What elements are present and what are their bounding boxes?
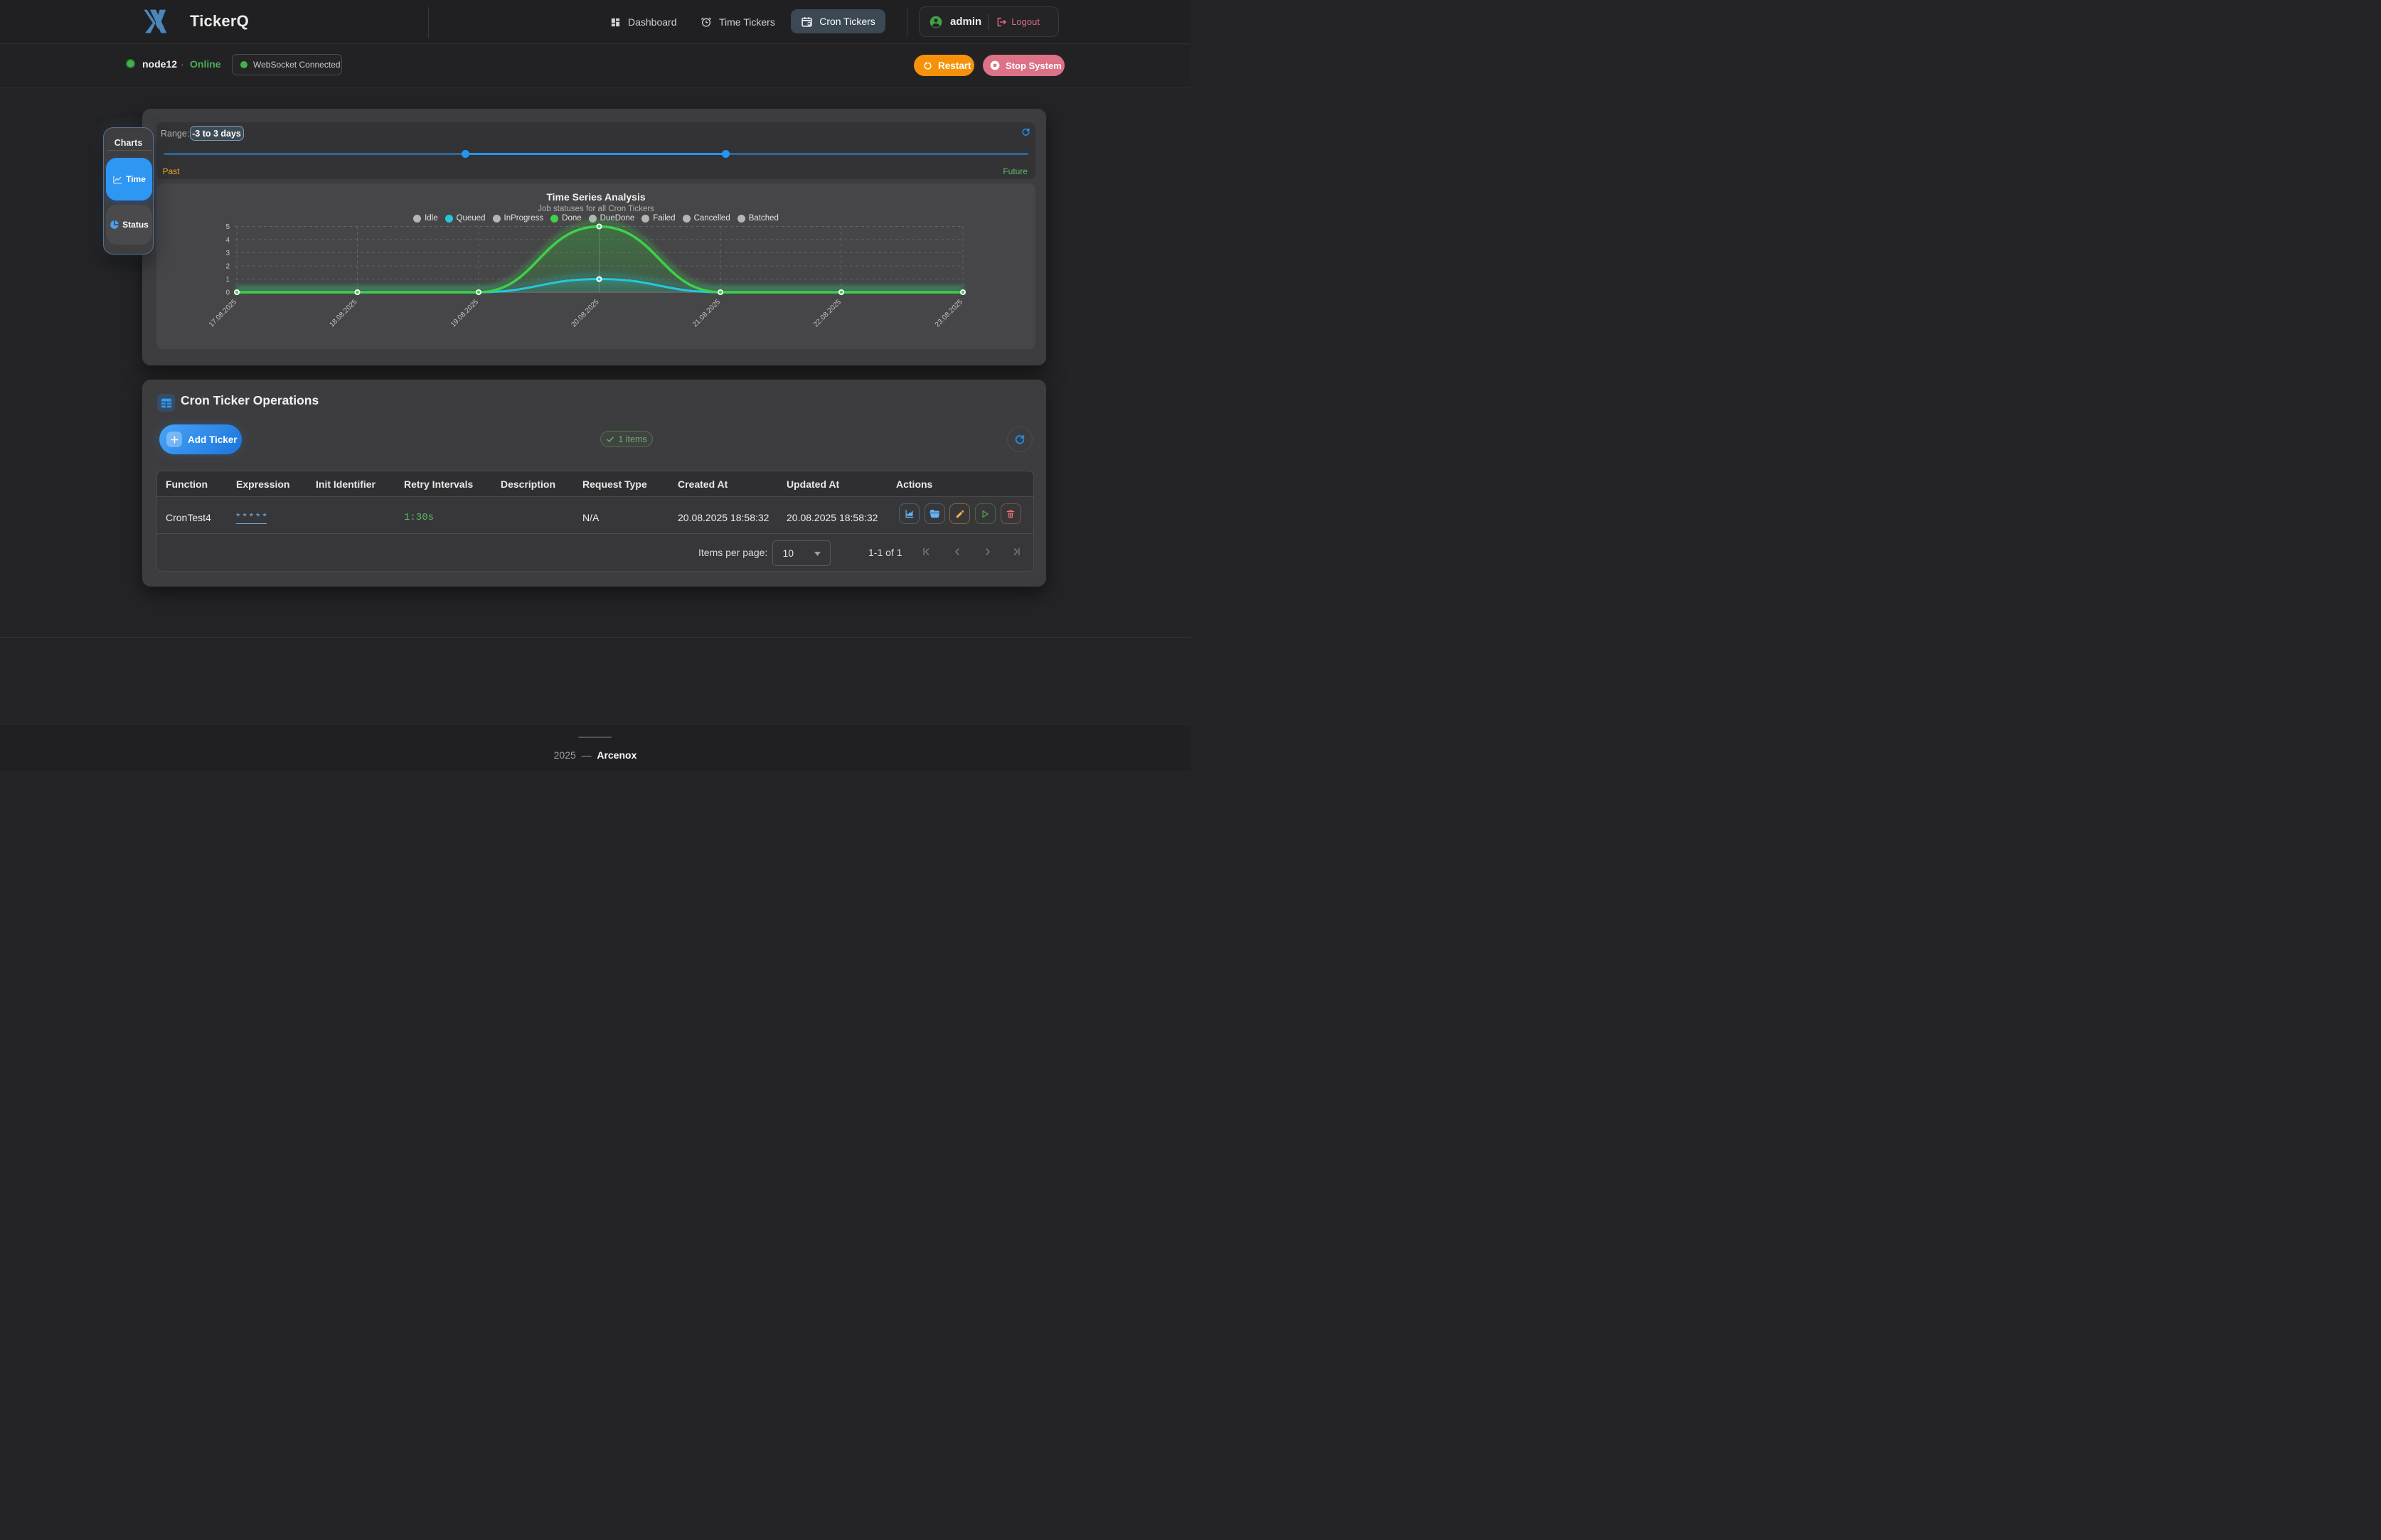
svg-text:3: 3	[225, 250, 230, 257]
svg-text:2: 2	[225, 263, 230, 271]
svg-text:18.08.2025: 18.08.2025	[328, 298, 358, 328]
svg-text:1: 1	[225, 276, 230, 284]
svg-text:0: 0	[225, 289, 230, 297]
svg-text:20.08.2025: 20.08.2025	[570, 298, 600, 328]
svg-text:17.08.2025: 17.08.2025	[208, 298, 238, 328]
svg-text:19.08.2025: 19.08.2025	[449, 298, 480, 328]
svg-text:4: 4	[225, 237, 230, 245]
svg-text:21.08.2025: 21.08.2025	[691, 298, 722, 328]
svg-text:5: 5	[225, 223, 230, 231]
svg-text:22.08.2025: 22.08.2025	[812, 298, 843, 328]
svg-text:23.08.2025: 23.08.2025	[934, 298, 964, 328]
